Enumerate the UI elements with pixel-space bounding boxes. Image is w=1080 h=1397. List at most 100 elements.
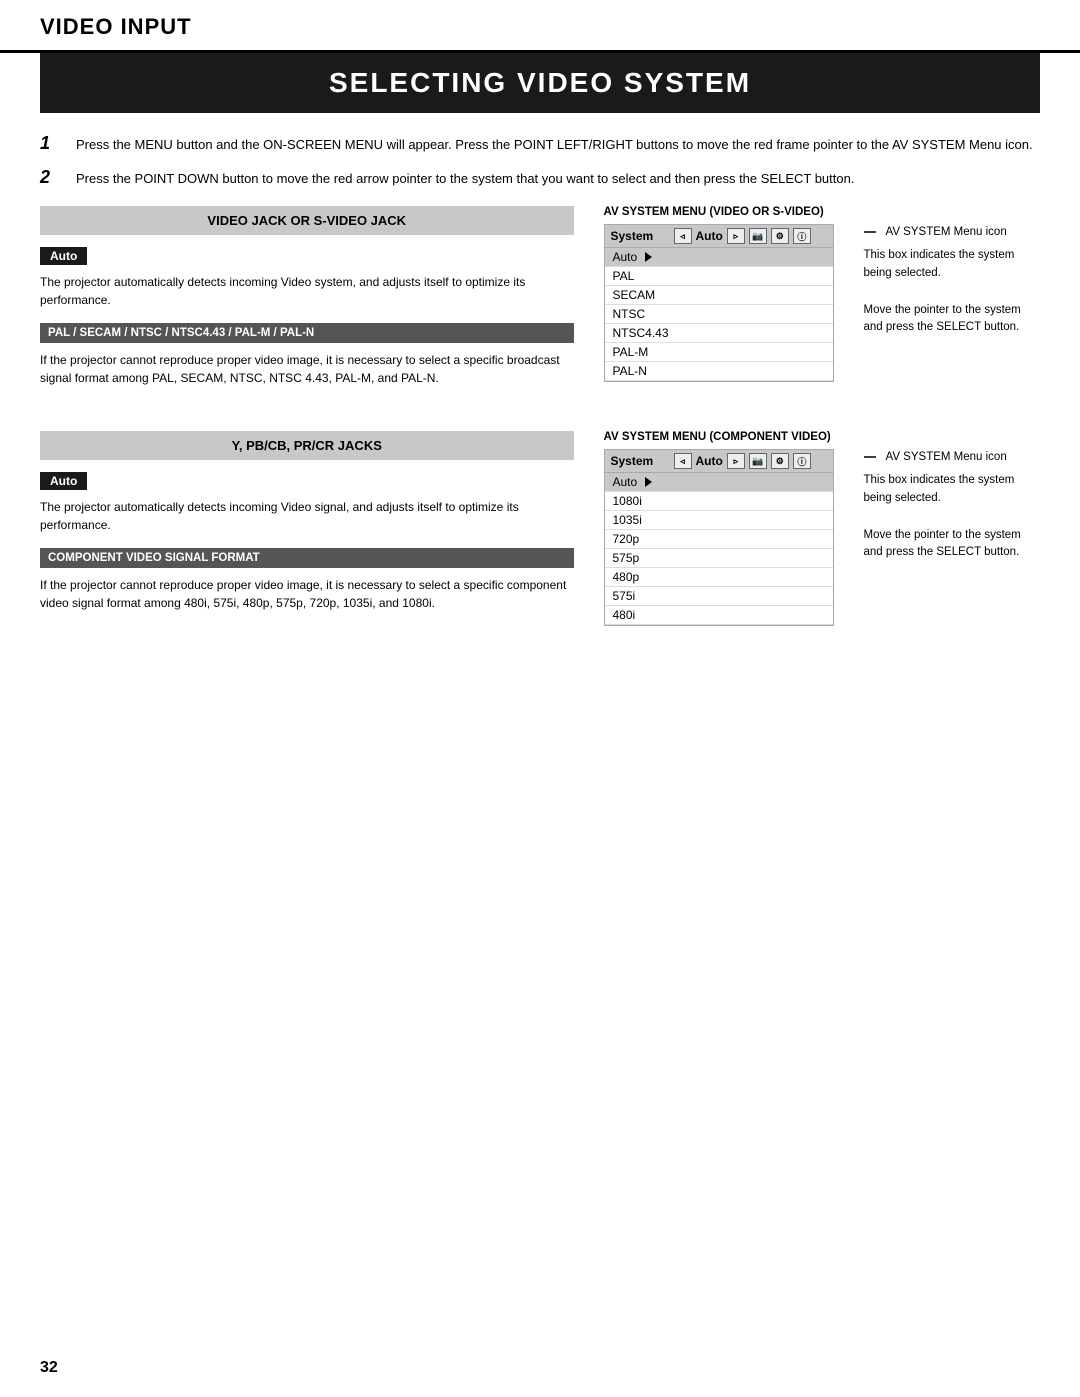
- page-number: 32: [40, 1359, 58, 1377]
- component-auto-badge: Auto: [40, 472, 87, 490]
- page-section-title: Video Input: [40, 14, 192, 39]
- av-video-icon-bar: ◃ Auto ▹ 📷 ⚙ ⓘ: [674, 228, 811, 244]
- av-comp-auto-val: Auto: [696, 454, 723, 468]
- video-auto-text: The projector automatically detects inco…: [40, 273, 574, 309]
- video-sub-text: If the projector cannot reproduce proper…: [40, 351, 574, 387]
- av-comp-item-1080i-label: 1080i: [613, 494, 642, 508]
- av-video-annot-icon-text: AV SYSTEM Menu icon: [886, 224, 1007, 241]
- av-comp-icon-bar: ◃ Auto ▹ 📷 ⚙ ⓘ: [674, 453, 811, 469]
- av-video-item-ntsc443-label: NTSC4.43: [613, 326, 669, 340]
- av-video-icon-fwd: ▹: [727, 228, 745, 244]
- av-comp-top-bar: System ◃ Auto ▹ 📷 ⚙ ⓘ: [605, 450, 833, 473]
- av-comp-item-720p[interactable]: 720p: [605, 530, 833, 549]
- av-comp-item-720p-label: 720p: [613, 532, 640, 546]
- av-comp-menu-box: System ◃ Auto ▹ 📷 ⚙ ⓘ: [604, 449, 834, 626]
- av-comp-item-1035i[interactable]: 1035i: [605, 511, 833, 530]
- av-comp-item-575p-label: 575p: [613, 551, 640, 565]
- av-comp-item-575i-label: 575i: [613, 589, 636, 603]
- av-video-menu-box: System ◃ Auto ▹ 📷 ⚙ ⓘ: [604, 224, 834, 382]
- av-comp-icon-fwd: ▹: [727, 453, 745, 469]
- av-comp-icon-info: ⓘ: [793, 453, 811, 469]
- page-container: Video Input Selecting Video System 1 Pre…: [0, 0, 1080, 1397]
- av-video-system-label: System: [611, 229, 666, 243]
- step-1: 1 Press the MENU button and the ON-SCREE…: [40, 135, 1040, 155]
- av-comp-item-575i[interactable]: 575i: [605, 587, 833, 606]
- page-title-banner: Selecting Video System: [40, 53, 1040, 113]
- av-comp-annot-ptr: Move the pointer to the system and press…: [864, 527, 1041, 562]
- av-comp-item-480p-label: 480p: [613, 570, 640, 584]
- step-1-number: 1: [40, 133, 70, 154]
- top-header: Video Input: [0, 0, 1080, 53]
- av-video-item-secam[interactable]: SECAM: [605, 286, 833, 305]
- av-comp-annot-icon-text: AV SYSTEM Menu icon: [886, 449, 1007, 466]
- av-video-auto-val: Auto: [696, 229, 723, 243]
- component-right: AV SYSTEM MENU (COMPONENT VIDEO) System …: [604, 431, 1041, 626]
- av-comp-item-575p[interactable]: 575p: [605, 549, 833, 568]
- av-comp-item-1035i-label: 1035i: [613, 513, 642, 527]
- av-video-icon-info: ⓘ: [793, 228, 811, 244]
- av-video-item-auto-arrow: [645, 252, 652, 262]
- av-video-annot-ptr: Move the pointer to the system and press…: [864, 302, 1041, 337]
- component-sub-text: If the projector cannot reproduce proper…: [40, 576, 574, 612]
- main-content: Selecting Video System 1 Press the MENU …: [0, 53, 1080, 666]
- av-video-item-paln-label: PAL-N: [613, 364, 647, 378]
- av-comp-item-auto-arrow: [645, 477, 652, 487]
- av-comp-icon-back: ◃: [674, 453, 692, 469]
- component-sub-header: COMPONENT VIDEO SIGNAL FORMAT: [40, 548, 574, 568]
- video-jack-right: AV SYSTEM MENU (VIDEO OR S-VIDEO) System…: [604, 206, 1041, 393]
- av-comp-annotations: AV SYSTEM Menu icon This box indicates t…: [864, 449, 1041, 567]
- av-video-item-ntsc-label: NTSC: [613, 307, 646, 321]
- av-comp-icon-set: ⚙: [771, 453, 789, 469]
- av-comp-item-480p[interactable]: 480p: [605, 568, 833, 587]
- av-video-annot-arrow-1: [864, 227, 880, 237]
- av-video-item-pal[interactable]: PAL: [605, 267, 833, 286]
- av-video-item-auto[interactable]: Auto: [605, 248, 833, 267]
- av-comp-item-480i-label: 480i: [613, 608, 636, 622]
- av-video-item-ntsc443[interactable]: NTSC4.43: [605, 324, 833, 343]
- component-header: Y, Pb/Cb, Pr/Cr JACKS: [40, 431, 574, 460]
- av-video-item-palm-label: PAL-M: [613, 345, 649, 359]
- av-video-icon-back: ◃: [674, 228, 692, 244]
- av-comp-annot-icon: AV SYSTEM Menu icon: [864, 449, 1041, 466]
- av-video-annot-icon: AV SYSTEM Menu icon: [864, 224, 1041, 241]
- step-2-number: 2: [40, 167, 70, 188]
- av-video-annot-ptr-text: Move the pointer to the system and press…: [864, 302, 1041, 337]
- av-video-icon-img: 📷: [749, 228, 767, 244]
- page-title: Selecting Video System: [60, 67, 1020, 99]
- video-sub-header: PAL / SECAM / NTSC / NTSC4.43 / PAL-M / …: [40, 323, 574, 343]
- section-divider-1: [40, 393, 1040, 413]
- component-section: Y, Pb/Cb, Pr/Cr JACKS Auto The projector…: [40, 431, 1040, 626]
- av-video-item-palm[interactable]: PAL-M: [605, 343, 833, 362]
- av-comp-annot-box: This box indicates the system being sele…: [864, 472, 1041, 507]
- av-video-annotations: AV SYSTEM Menu icon This box indicates t…: [864, 224, 1041, 342]
- av-comp-annot-box-text: This box indicates the system being sele…: [864, 472, 1041, 507]
- av-comp-item-auto[interactable]: Auto: [605, 473, 833, 492]
- av-comp-item-auto-label: Auto: [613, 475, 638, 489]
- step-1-text: Press the MENU button and the ON-SCREEN …: [76, 135, 1033, 155]
- av-comp-menu-area: System ◃ Auto ▹ 📷 ⚙ ⓘ: [604, 449, 1041, 626]
- av-comp-item-1080i[interactable]: 1080i: [605, 492, 833, 511]
- av-video-item-auto-label: Auto: [613, 250, 638, 264]
- av-video-item-ntsc[interactable]: NTSC: [605, 305, 833, 324]
- step-2: 2 Press the POINT DOWN button to move th…: [40, 169, 1040, 189]
- video-jack-left: VIDEO JACK OR S-VIDEO JACK Auto The proj…: [40, 206, 574, 393]
- component-left: Y, Pb/Cb, Pr/Cr JACKS Auto The projector…: [40, 431, 574, 626]
- av-comp-item-480i[interactable]: 480i: [605, 606, 833, 625]
- video-auto-badge: Auto: [40, 247, 87, 265]
- av-video-annot-box: This box indicates the system being sele…: [864, 247, 1041, 282]
- av-video-menu-label: AV SYSTEM MENU (VIDEO OR S-VIDEO): [604, 206, 1041, 218]
- av-video-annot-box-text: This box indicates the system being sele…: [864, 247, 1041, 282]
- av-comp-annot-arrow-1: [864, 452, 880, 462]
- av-video-item-paln[interactable]: PAL-N: [605, 362, 833, 381]
- step-2-text: Press the POINT DOWN button to move the …: [76, 169, 854, 189]
- video-jack-section: VIDEO JACK OR S-VIDEO JACK Auto The proj…: [40, 206, 1040, 393]
- component-auto-text: The projector automatically detects inco…: [40, 498, 574, 534]
- video-jack-header: VIDEO JACK OR S-VIDEO JACK: [40, 206, 574, 235]
- av-comp-system-label: System: [611, 454, 666, 468]
- av-video-top-bar: System ◃ Auto ▹ 📷 ⚙ ⓘ: [605, 225, 833, 248]
- av-comp-annot-ptr-text: Move the pointer to the system and press…: [864, 527, 1041, 562]
- av-video-item-secam-label: SECAM: [613, 288, 656, 302]
- av-video-item-pal-label: PAL: [613, 269, 635, 283]
- av-video-menu-area: System ◃ Auto ▹ 📷 ⚙ ⓘ: [604, 224, 1041, 382]
- av-video-icon-set: ⚙: [771, 228, 789, 244]
